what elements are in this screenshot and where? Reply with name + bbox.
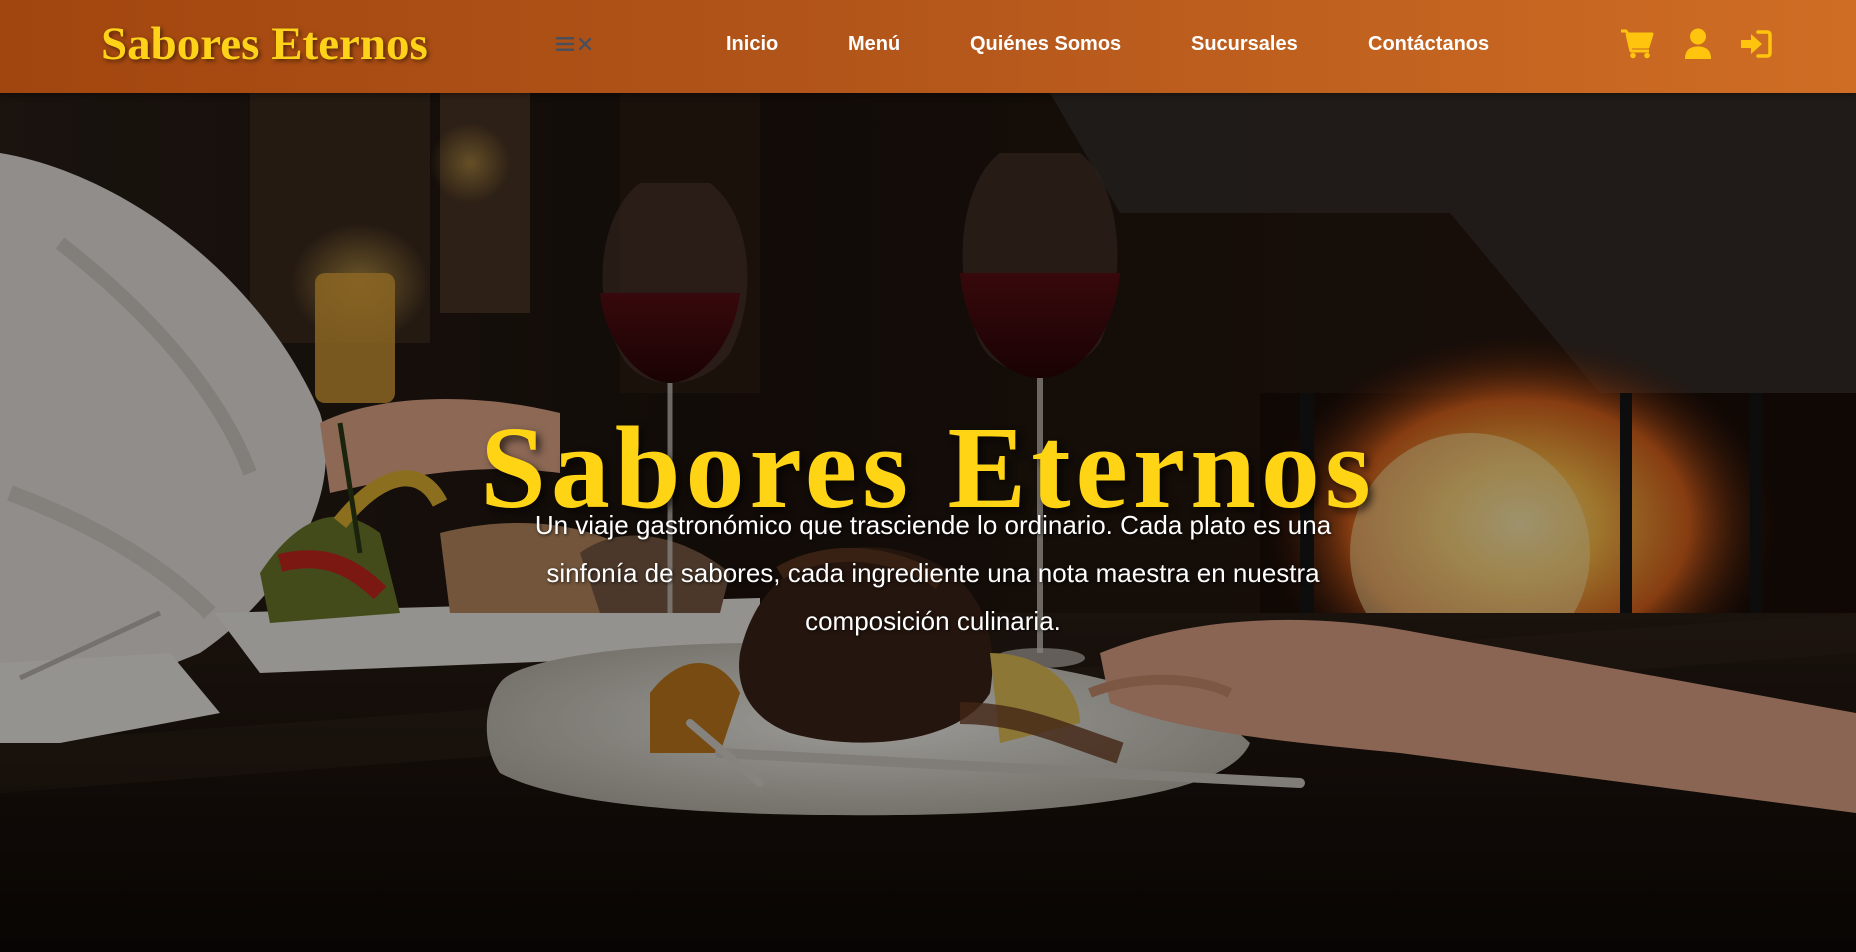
nav-link-contactanos[interactable]: Contáctanos: [1368, 31, 1489, 57]
hero-section: Sabores Eternos Un viaje gastronómico qu…: [0, 93, 1856, 952]
login-button[interactable]: [1737, 25, 1775, 63]
login-icon: [1741, 30, 1772, 58]
cart-button[interactable]: [1618, 25, 1656, 63]
cart-icon: [1621, 29, 1654, 59]
user-button[interactable]: [1679, 25, 1717, 63]
nav-link-sucursales[interactable]: Sucursales: [1191, 31, 1298, 57]
user-icon: [1685, 28, 1711, 59]
nav-link-inicio[interactable]: Inicio: [726, 31, 778, 57]
hero-description: Un viaje gastronómico que trasciende lo …: [534, 510, 1332, 636]
nav-link-menu[interactable]: Menú: [848, 31, 900, 57]
navbar: Sabores Eternos Inicio Menú Quiénes Somo…: [0, 0, 1856, 93]
main-navigation: Inicio Menú Quiénes Somos Sucursales Con…: [0, 0, 1856, 93]
nav-link-quienes-somos[interactable]: Quiénes Somos: [970, 31, 1121, 57]
